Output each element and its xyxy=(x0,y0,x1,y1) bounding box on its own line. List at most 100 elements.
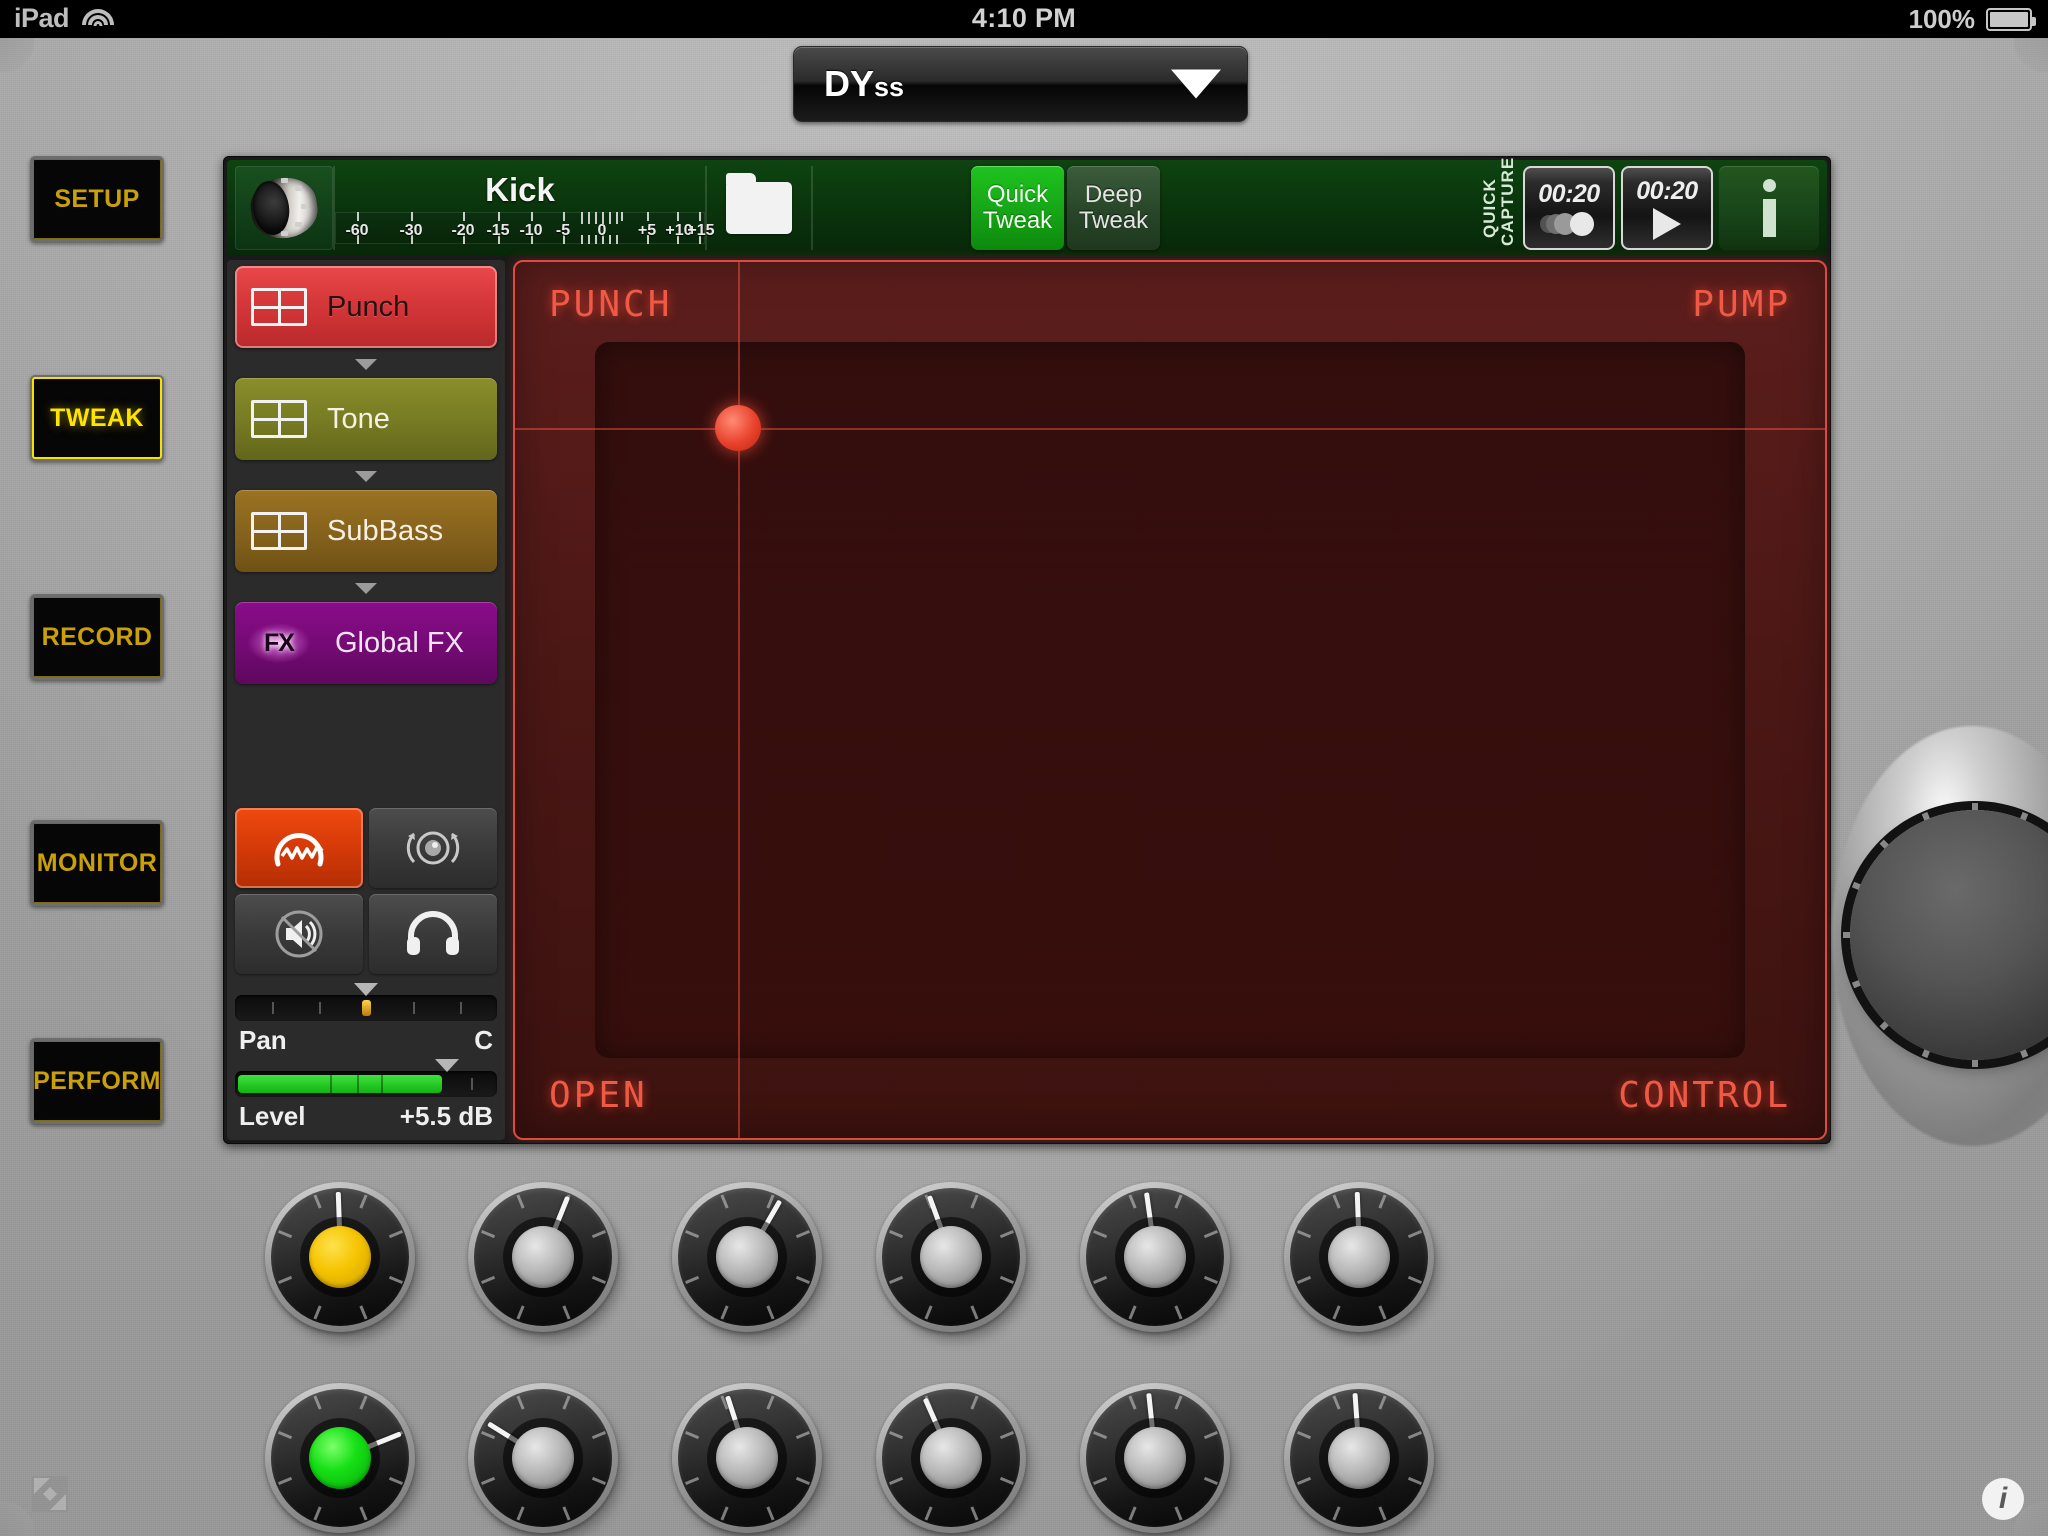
knob-hub xyxy=(716,1226,778,1288)
nav-perform[interactable]: PERFORM xyxy=(30,1038,164,1124)
play-time: 00:20 xyxy=(1636,176,1698,205)
distortion-icon xyxy=(272,824,326,872)
record-time: 00:20 xyxy=(1538,179,1600,208)
module-global-fx[interactable]: FX Global FX xyxy=(235,602,497,684)
nav-setup[interactable]: SETUP xyxy=(30,156,164,242)
xy-crosshair-vertical xyxy=(737,262,740,1138)
module-list: Punch Tone SubBass FX Global FX xyxy=(227,260,505,684)
meter-label: +15 xyxy=(687,221,715,239)
headphones-button[interactable] xyxy=(369,894,497,974)
toolbar-divider-3 xyxy=(811,166,813,250)
pan-slider[interactable] xyxy=(235,983,497,1021)
pan-control[interactable]: Pan C xyxy=(235,983,497,1060)
mute-button[interactable] xyxy=(235,894,363,974)
knob-hub xyxy=(512,1226,574,1288)
nav-monitor-label: MONITOR xyxy=(36,848,158,877)
knob-hub xyxy=(1328,1427,1390,1489)
nav-tweak-label: TWEAK xyxy=(50,403,144,432)
quick-capture-record-button[interactable]: 00:20 xyxy=(1523,166,1615,250)
quick-tweak-button[interactable]: Quick Tweak xyxy=(971,166,1064,250)
nav-perform-label: PERFORM xyxy=(33,1066,161,1095)
grid-icon xyxy=(251,288,307,326)
knob-hub xyxy=(309,1427,371,1489)
pan-value: C xyxy=(474,1025,493,1055)
pan-thumb[interactable] xyxy=(362,1000,371,1016)
quick-capture-group: QUICK CAPTURE 00:20 00:20 xyxy=(1475,157,1719,250)
chevron-down-icon xyxy=(355,359,377,370)
meter-label: -60 xyxy=(345,221,369,239)
knob-r2-c1[interactable] xyxy=(265,1383,419,1536)
info-circle-icon[interactable]: i xyxy=(1982,1478,2024,1520)
xy-pad-handle[interactable] xyxy=(714,405,761,452)
pan-label: Pan xyxy=(239,1025,287,1055)
toolbar-info-button[interactable] xyxy=(1719,166,1819,250)
module-punch[interactable]: Punch xyxy=(235,266,497,370)
knob-r1-c2[interactable] xyxy=(468,1182,622,1340)
knob-r1-c1[interactable] xyxy=(265,1182,419,1340)
app-screen: Kick -60 -30 -20 -15 -10 -5 0 +5 +10 +15… xyxy=(223,156,1831,1144)
ios-status-bar: iPad 4:10 PM 100% xyxy=(0,0,2048,38)
module-punch-label: Punch xyxy=(327,290,410,323)
distortion-button[interactable] xyxy=(235,808,363,888)
xy-label-bottom-right: CONTROL xyxy=(1618,1075,1791,1116)
knob-r1-c5[interactable] xyxy=(1080,1182,1234,1340)
battery-icon xyxy=(1986,8,2036,31)
knob-r1-c3[interactable] xyxy=(672,1182,826,1340)
fx-sparkle-icon: FX xyxy=(243,620,315,666)
nav-record[interactable]: RECORD xyxy=(30,594,164,680)
jog-wheel[interactable] xyxy=(1832,726,2048,1146)
knob-r1-c6[interactable] xyxy=(1284,1182,1438,1340)
folder-icon[interactable] xyxy=(707,166,811,250)
app-toolbar: Kick -60 -30 -20 -15 -10 -5 0 +5 +10 +15… xyxy=(227,157,1827,256)
module-tone-label: Tone xyxy=(327,402,390,435)
xy-crosshair-horizontal xyxy=(515,428,1825,431)
nav-tweak[interactable]: TWEAK xyxy=(30,375,164,461)
meter-label: +5 xyxy=(637,221,657,239)
nav-monitor[interactable]: MONITOR xyxy=(30,820,164,906)
battery-percent: 100% xyxy=(1908,4,1976,34)
knob-hub xyxy=(512,1427,574,1489)
jog-wheel-notch xyxy=(1843,932,1850,938)
level-value: +5.5 dB xyxy=(399,1101,493,1131)
module-tone[interactable]: Tone xyxy=(235,378,497,482)
meter-label: -5 xyxy=(555,221,571,239)
knob-r2-c6[interactable] xyxy=(1284,1383,1438,1536)
module-column: Punch Tone SubBass FX Global FX Pan C Le… xyxy=(227,260,505,1140)
xy-label-top-left: PUNCH xyxy=(549,284,673,325)
resize-expand-icon[interactable] xyxy=(30,1474,70,1514)
channel-strip[interactable]: Kick -60 -30 -20 -15 -10 -5 0 +5 +10 +15 xyxy=(335,166,715,250)
knob-hub xyxy=(1124,1427,1186,1489)
routing-buttons xyxy=(235,808,497,980)
level-control[interactable]: Level +5.5 dB xyxy=(235,1059,497,1136)
knob-r2-c5[interactable] xyxy=(1080,1383,1234,1536)
meter-label: -15 xyxy=(486,221,510,239)
xy-pad[interactable]: PUNCH PUMP OPEN CONTROL xyxy=(513,260,1827,1140)
hardware-faceplate: DYss SETUP TWEAK RECORD MONITOR PERFORM xyxy=(0,38,2048,1536)
tweak-mode-group: Quick Tweak Deep Tweak xyxy=(971,166,1160,250)
ambience-icon xyxy=(402,824,464,872)
deep-tweak-button[interactable]: Deep Tweak xyxy=(1067,166,1160,250)
meter-label: -10 xyxy=(519,221,543,239)
knob-r1-c4[interactable] xyxy=(876,1182,1030,1340)
level-slider[interactable] xyxy=(235,1059,497,1097)
level-meter: -60 -30 -20 -15 -10 -5 0 +5 +10 +15 xyxy=(335,211,715,244)
quick-capture-play-button[interactable]: 00:20 xyxy=(1621,166,1713,250)
xy-pad-inner-area xyxy=(595,342,1745,1058)
channel-name: Kick xyxy=(485,170,555,208)
quick-tweak-line1: Quick xyxy=(986,181,1049,209)
knob-hub xyxy=(716,1427,778,1489)
knob-hub xyxy=(920,1226,982,1288)
knob-r2-c4[interactable] xyxy=(876,1383,1030,1536)
preset-selector[interactable]: DYss xyxy=(793,46,1248,122)
knob-r2-c2[interactable] xyxy=(468,1383,622,1536)
knob-r2-c3[interactable] xyxy=(672,1383,826,1536)
status-bar-right: 100% xyxy=(1908,4,2036,35)
deep-tweak-line2: Tweak xyxy=(1078,207,1149,234)
ambience-button[interactable] xyxy=(369,808,497,888)
grid-icon xyxy=(251,512,307,550)
headphones-icon xyxy=(404,910,462,958)
kick-drum-icon[interactable] xyxy=(235,166,333,250)
module-subbass[interactable]: SubBass xyxy=(235,490,497,594)
level-readout: Level +5.5 dB xyxy=(235,1101,497,1136)
routing-row-1 xyxy=(235,808,497,888)
